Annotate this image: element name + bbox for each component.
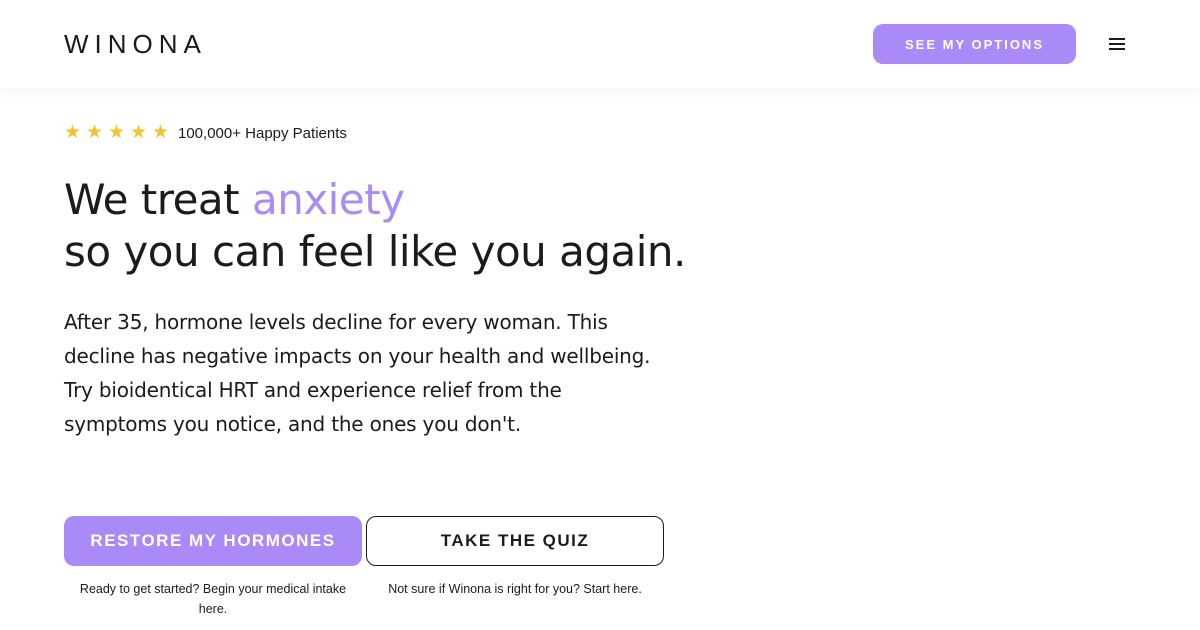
star-rating: ★ ★ ★ ★ ★ [64, 122, 174, 144]
star-icon: ★ [108, 122, 126, 143]
headline-line-two: so you can feel like you again. [64, 227, 686, 276]
primary-caption: Ready to get started? Begin your medical… [79, 582, 347, 616]
star-icon: ★ [152, 122, 170, 143]
menu-bar [1109, 48, 1125, 50]
star-icon: ★ [130, 122, 148, 143]
hamburger-menu-icon[interactable] [1109, 38, 1127, 51]
site-header: WINONA SEE MY OPTIONS [0, 0, 1200, 88]
happy-patients-count: 100,000+ Happy Patients [178, 124, 347, 142]
take-the-quiz-button[interactable]: TAKE THE QUIZ [366, 516, 664, 566]
star-icon: ★ [86, 122, 104, 143]
secondary-caption: Not sure if Winona is right for you? Sta… [388, 582, 642, 596]
menu-bar [1109, 38, 1125, 40]
headline-accent-word: anxiety [251, 175, 405, 224]
winona-logo[interactable]: WINONA [64, 30, 207, 58]
restore-my-hormones-button[interactable]: RESTORE MY HORMONES [64, 516, 362, 566]
rating-row: ★ ★ ★ ★ ★ 100,000+ Happy Patients [64, 122, 347, 144]
see-my-options-button[interactable]: SEE MY OPTIONS [873, 24, 1076, 64]
hero-body-text: After 35, hormone levels decline for eve… [64, 310, 651, 436]
star-icon: ★ [64, 122, 82, 143]
menu-bar [1109, 43, 1125, 45]
hero-headline: We treat anxiety so you can feel like you… [64, 174, 704, 278]
headline-prefix: We treat [64, 175, 252, 224]
